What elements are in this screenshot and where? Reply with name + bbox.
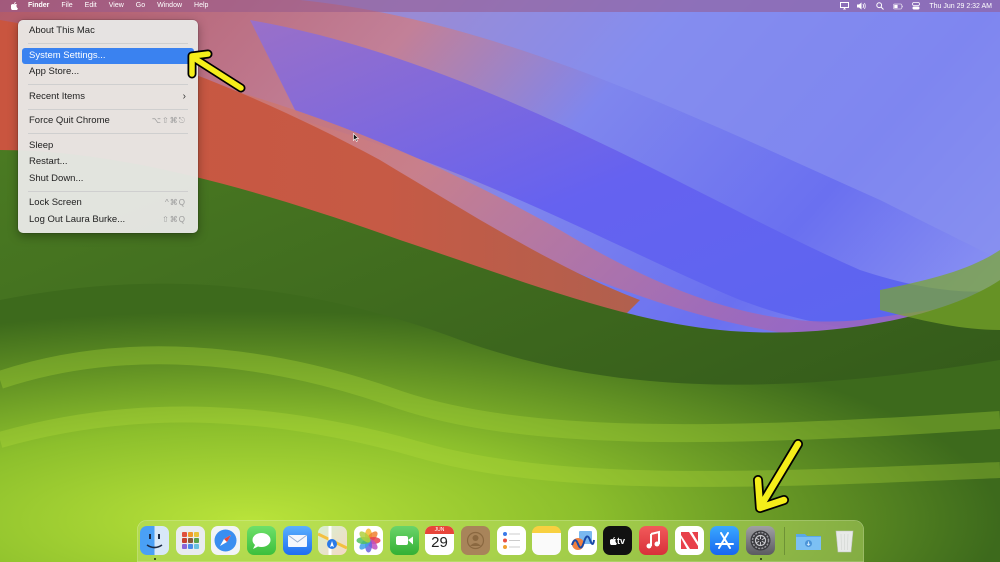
maps-icon	[318, 526, 347, 555]
menu-item-sleep[interactable]: Sleep	[22, 138, 194, 155]
dock-app-news[interactable]	[675, 526, 704, 555]
news-icon	[681, 532, 698, 549]
dock-app-reminders[interactable]	[497, 526, 526, 555]
menu-item-restart[interactable]: Restart...	[22, 154, 194, 171]
dock: JUN 29 tv	[137, 520, 864, 562]
menu-finder[interactable]: Finder	[22, 0, 55, 12]
menu-item-lock-screen[interactable]: Lock Screen ^⌘Q	[22, 195, 194, 212]
menu-separator	[28, 84, 188, 85]
photos-icon	[356, 528, 381, 553]
running-indicator	[760, 558, 762, 560]
finder-icon	[146, 534, 163, 549]
menu-item-shortcut: ^⌘Q	[165, 198, 186, 207]
menu-file[interactable]: File	[55, 0, 78, 12]
music-icon	[646, 530, 660, 549]
volume-icon[interactable]	[857, 2, 867, 10]
menu-go[interactable]: Go	[130, 0, 151, 12]
notes-icon	[532, 526, 561, 555]
calendar-day: 29	[431, 534, 448, 551]
menu-edit[interactable]: Edit	[79, 0, 103, 12]
reminders-icon	[503, 532, 520, 549]
dock-trash[interactable]	[830, 526, 859, 555]
battery-icon[interactable]	[893, 2, 904, 10]
menu-item-recent-items[interactable]: Recent Items ›	[22, 89, 194, 106]
menu-view[interactable]: View	[103, 0, 130, 12]
dock-app-system-settings[interactable]	[746, 526, 775, 555]
dock-separator	[784, 527, 785, 555]
launchpad-icon	[182, 532, 199, 549]
menu-item-label: Shut Down...	[29, 172, 84, 184]
menu-separator	[28, 43, 188, 44]
menu-item-force-quit[interactable]: Force Quit Chrome ⌥⇧⌘⎋	[22, 113, 194, 130]
menu-item-label: App Store...	[29, 66, 80, 77]
menu-help[interactable]: Help	[188, 0, 214, 12]
dock-app-calendar[interactable]: JUN 29	[425, 526, 454, 555]
app-store-icon	[715, 532, 734, 549]
menu-item-label: Force Quit Chrome	[29, 115, 110, 126]
menu-separator	[28, 190, 188, 192]
menu-item-shortcut: ⇧⌘Q	[162, 214, 186, 224]
running-indicator	[154, 558, 156, 560]
menu-bar: Finder File Edit View Go Window Help Thu…	[0, 0, 1000, 12]
contacts-icon	[466, 531, 485, 550]
menu-item-shortcut: ⌥⇧⌘⎋	[151, 116, 186, 125]
facetime-icon	[396, 536, 413, 545]
system-settings-icon	[750, 530, 771, 551]
dock-app-launchpad[interactable]	[176, 526, 205, 555]
menu-separator	[28, 108, 188, 110]
dock-app-mail[interactable]	[283, 526, 312, 555]
dock-app-contacts[interactable]	[461, 526, 490, 555]
menu-item-label: Lock Screen	[29, 197, 82, 208]
dock-app-finder[interactable]	[140, 526, 169, 555]
dock-app-app-store[interactable]	[710, 526, 739, 555]
annotation-arrow-icon	[187, 49, 246, 93]
messages-icon	[252, 533, 271, 549]
dock-app-messages[interactable]	[247, 526, 276, 555]
apple-menu: About This Mac System Settings... App St…	[18, 20, 198, 233]
downloads-folder-icon	[796, 534, 821, 550]
menu-item-label: About This Mac	[29, 25, 95, 36]
dock-app-photos[interactable]	[354, 526, 383, 555]
dock-app-maps[interactable]	[318, 526, 347, 555]
dock-folder-downloads[interactable]	[794, 526, 823, 555]
freeform-icon	[571, 531, 595, 550]
menu-item-app-store[interactable]: App Store...	[22, 64, 194, 81]
dock-app-safari[interactable]	[211, 526, 240, 555]
trash-icon	[835, 530, 854, 553]
menu-item-label: Recent Items	[29, 90, 85, 102]
mail-icon	[287, 534, 308, 547]
menu-item-label: Restart...	[29, 156, 68, 167]
dock-app-facetime[interactable]	[390, 526, 419, 555]
menu-item-label: Sleep	[29, 139, 54, 151]
annotation-arrow-icon	[753, 439, 803, 513]
dock-app-apple-tv[interactable]: tv	[603, 526, 632, 555]
apple-tv-label: tv	[616, 535, 625, 546]
menu-item-label: Log Out Laura Burke...	[29, 213, 126, 225]
screen-mirroring-icon[interactable]	[839, 2, 849, 10]
control-center-icon[interactable]	[911, 2, 921, 10]
dock-app-notes[interactable]	[532, 526, 561, 555]
menu-item-about-this-mac[interactable]: About This Mac	[22, 23, 194, 40]
mouse-cursor-icon	[353, 133, 359, 142]
menu-item-system-settings[interactable]: System Settings...	[22, 47, 194, 64]
spotlight-search-icon[interactable]	[875, 2, 885, 10]
menu-item-shut-down[interactable]: Shut Down...	[22, 171, 194, 188]
menu-separator	[28, 133, 188, 134]
apple-tv-icon	[609, 536, 617, 545]
menu-item-label: System Settings...	[29, 49, 106, 61]
dock-app-music[interactable]	[639, 526, 668, 555]
dock-app-freeform[interactable]	[568, 526, 597, 555]
calendar-month: JUN	[425, 526, 454, 534]
apple-logo-icon[interactable]	[10, 2, 18, 11]
menu-bar-clock[interactable]: Thu Jun 29 2:32 AM	[929, 3, 992, 10]
menu-item-log-out[interactable]: Log Out Laura Burke... ⇧⌘Q	[22, 212, 194, 229]
menu-window[interactable]: Window	[151, 0, 188, 12]
safari-icon	[214, 529, 237, 552]
